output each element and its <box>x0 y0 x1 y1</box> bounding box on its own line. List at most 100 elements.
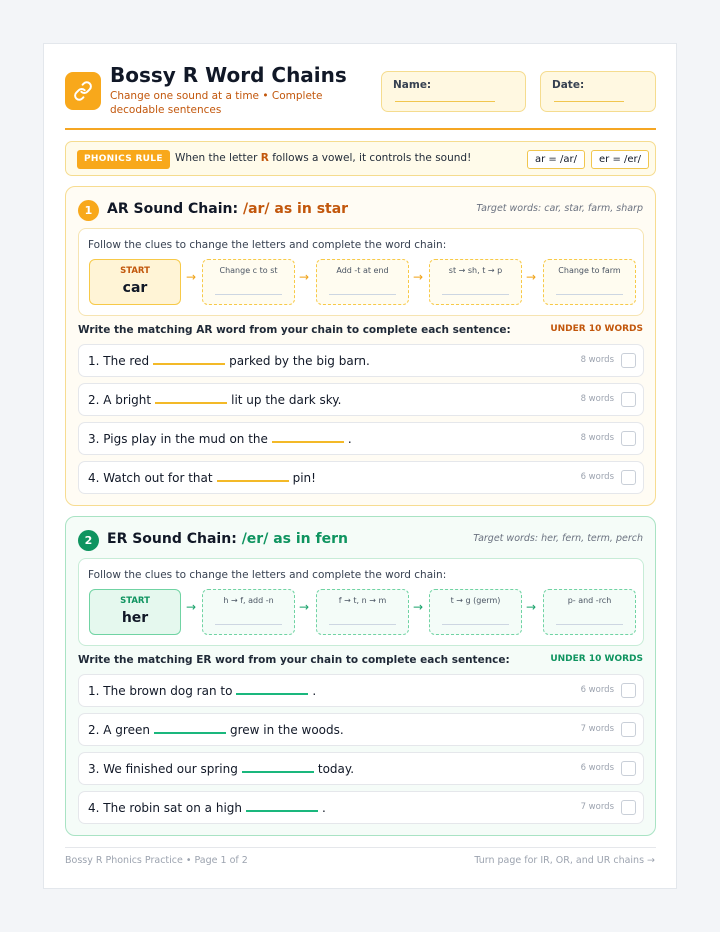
arrow-right-icon: → <box>526 270 537 284</box>
name-field[interactable]: Name: <box>381 71 526 112</box>
answer-blank[interactable] <box>271 441 344 443</box>
answer-blank[interactable] <box>246 810 318 812</box>
date-line <box>554 101 624 102</box>
step-clue: Add -t at end <box>336 266 389 275</box>
sentence-row: 2. A green grew in the woods. 7 words <box>78 713 644 746</box>
answer-line <box>442 293 509 295</box>
sentence-instruction: Write the matching ER word from your cha… <box>78 654 510 666</box>
answer-blank[interactable] <box>216 480 289 482</box>
answer-line <box>329 623 396 625</box>
date-field[interactable]: Date: <box>540 71 656 112</box>
section-title: ER Sound Chain: /er/ as in fern <box>107 531 348 547</box>
word-count: 6 words <box>580 685 614 695</box>
arrow-right-icon: → <box>186 270 197 284</box>
arrow-right-icon: → <box>413 270 424 284</box>
worksheet-page: Bossy R Word Chains Change one sound at … <box>43 43 677 889</box>
answer-line <box>215 293 282 295</box>
sentence-row: 4. The robin sat on a high. 7 words <box>78 791 644 824</box>
checkbox[interactable] <box>621 470 636 485</box>
checkbox[interactable] <box>621 800 636 815</box>
checkbox[interactable] <box>621 353 636 368</box>
start-label: START <box>120 596 150 606</box>
sentence-instruction: Write the matching AR word from your cha… <box>78 324 511 336</box>
phonics-rule-badge: PHONICS RULE <box>77 150 170 169</box>
er-sound-pill: er = /er/ <box>591 150 650 169</box>
start-label: START <box>120 266 150 276</box>
section-title: AR Sound Chain: /ar/ as in star <box>107 201 349 217</box>
word-count: 6 words <box>580 763 614 773</box>
step-clue: Change to farm <box>558 266 621 275</box>
answer-blank[interactable] <box>236 693 309 695</box>
word-count: 8 words <box>580 394 614 404</box>
name-label: Name: <box>393 79 432 91</box>
sentence-row: 3. We finished our spring today. 6 words <box>78 752 644 785</box>
step-clue: f → t, n → m <box>338 596 387 605</box>
checkbox[interactable] <box>621 431 636 446</box>
checkbox[interactable] <box>621 722 636 737</box>
step-clue: h → f, add -n <box>223 596 274 605</box>
step-clue: p- and -rch <box>567 596 612 605</box>
phonics-rule-text: When the letter R follows a vowel, it co… <box>175 152 472 164</box>
word-count: 7 words <box>580 724 614 734</box>
chain-step-3[interactable]: st → sh, t → p <box>429 259 522 305</box>
arrow-right-icon: → <box>413 600 424 614</box>
date-label: Date: <box>552 79 585 91</box>
er-chain-section: 2 ER Sound Chain: /er/ as in fern Target… <box>65 516 656 836</box>
sentence-row: 4. Watch out for that pin! 6 words <box>78 461 644 494</box>
chain-instruction: Follow the clues to change the letters a… <box>88 569 447 581</box>
chain-step-2[interactable]: f → t, n → m <box>316 589 409 635</box>
checkbox[interactable] <box>621 683 636 698</box>
sentence-row: 2. A bright lit up the dark sky. 8 words <box>78 383 644 416</box>
answer-line <box>556 293 623 295</box>
footer-divider <box>65 847 656 848</box>
answer-blank[interactable] <box>241 771 314 773</box>
start-word-box: START car <box>89 259 181 305</box>
sentence-row: 3. Pigs play in the mud on the. 8 words <box>78 422 644 455</box>
rule-letter: R <box>260 152 269 164</box>
footer-page-info: Bossy R Phonics Practice • Page 1 of 2 <box>65 855 248 866</box>
chain-step-4[interactable]: Change to farm <box>543 259 636 305</box>
chain-step-4[interactable]: p- and -rch <box>543 589 636 635</box>
sentence-row: 1. The brown dog ran to. 6 words <box>78 674 644 707</box>
link-icon <box>65 72 101 110</box>
checkbox[interactable] <box>621 761 636 776</box>
arrow-right-icon: → <box>186 600 197 614</box>
word-count: 8 words <box>580 355 614 365</box>
answer-blank[interactable] <box>155 402 228 404</box>
word-chain-box: Follow the clues to change the letters a… <box>78 228 644 316</box>
start-word: car <box>122 280 148 296</box>
target-words: Target words: car, star, farm, sharp <box>476 203 643 214</box>
checkbox[interactable] <box>621 392 636 407</box>
chain-step-1[interactable]: h → f, add -n <box>202 589 295 635</box>
step-clue: st → sh, t → p <box>448 266 503 275</box>
word-limit: UNDER 10 WORDS <box>550 654 643 664</box>
name-line <box>395 101 495 102</box>
chain-instruction: Follow the clues to change the letters a… <box>88 239 447 251</box>
sentence-row: 1. The red parked by the big barn. 8 word… <box>78 344 644 377</box>
arrow-right-icon: → <box>526 600 537 614</box>
chain-step-3[interactable]: t → g (germ) <box>429 589 522 635</box>
start-word: her <box>121 610 149 626</box>
start-word-box: START her <box>89 589 181 635</box>
step-clue: t → g (germ) <box>450 596 501 605</box>
chain-step-1[interactable]: Change c to st <box>202 259 295 305</box>
phonics-rule-bar: PHONICS RULE When the letter R follows a… <box>65 141 656 176</box>
section-number: 1 <box>78 200 99 221</box>
word-count: 8 words <box>580 433 614 443</box>
footer-next-page: Turn page for IR, OR, and UR chains → <box>474 855 655 866</box>
arrow-right-icon: → <box>299 270 310 284</box>
ar-chain-section: 1 AR Sound Chain: /ar/ as in star Target… <box>65 186 656 506</box>
answer-blank[interactable] <box>153 732 226 734</box>
answer-line <box>215 623 282 625</box>
page-title: Bossy R Word Chains <box>110 63 347 87</box>
answer-blank[interactable] <box>153 363 226 365</box>
answer-line <box>556 623 623 625</box>
page-subtitle: Change one sound at a time • Complete de… <box>110 90 323 116</box>
answer-line <box>442 623 509 625</box>
ar-sound-pill: ar = /ar/ <box>527 150 585 169</box>
section-number: 2 <box>78 530 99 551</box>
header-divider <box>65 128 656 130</box>
word-chain-box: Follow the clues to change the letters a… <box>78 558 644 646</box>
word-count: 7 words <box>580 802 614 812</box>
chain-step-2[interactable]: Add -t at end <box>316 259 409 305</box>
